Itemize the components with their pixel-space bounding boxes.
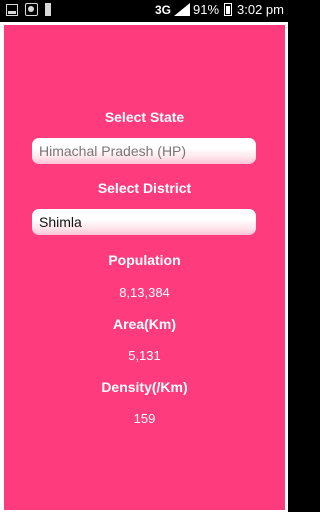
battery-icon [224, 3, 233, 16]
area-value: 5,131 [128, 348, 161, 363]
image-icon [6, 3, 18, 16]
clock: 3:02 pm [237, 2, 284, 17]
notification-icons [6, 3, 51, 16]
signal-icon [173, 3, 190, 16]
battery-percent: 91% [192, 2, 220, 17]
system-status: 3G 91% 3:02 pm [155, 2, 284, 17]
camera-icon [25, 3, 38, 16]
app-screen: Select State Himachal Pradesh (HP) Selec… [0, 22, 288, 512]
content-panel: Select State Himachal Pradesh (HP) Selec… [4, 25, 285, 510]
network-type: 3G [154, 2, 171, 17]
state-dropdown[interactable]: Himachal Pradesh (HP) [32, 138, 256, 164]
population-label: Population [108, 252, 181, 268]
density-label: Density(/Km) [101, 379, 188, 395]
select-district-label: Select District [97, 180, 192, 196]
status-bar: 3G 91% 3:02 pm [0, 0, 288, 22]
area-label: Area(Km) [112, 316, 176, 332]
notification-icon [45, 3, 51, 16]
select-state-label: Select State [104, 109, 185, 125]
density-value: 159 [133, 411, 156, 426]
district-dropdown[interactable]: Shimla [32, 209, 256, 235]
population-value: 8,13,384 [119, 285, 170, 300]
